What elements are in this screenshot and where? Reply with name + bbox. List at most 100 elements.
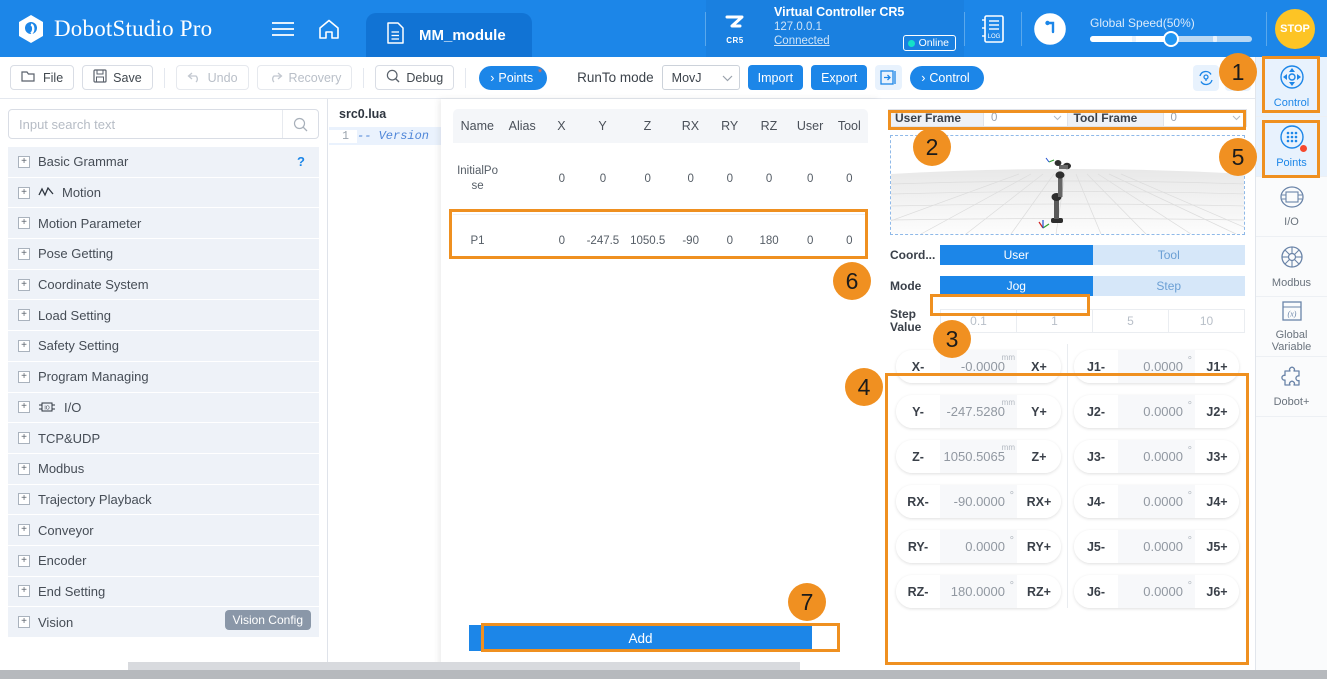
jog-minus-button[interactable]: J2-: [1074, 395, 1118, 428]
tree-item-basic-grammar[interactable]: +Basic Grammar?: [8, 147, 319, 177]
coord-option-user[interactable]: User: [940, 245, 1093, 265]
jog-minus-button[interactable]: J6-: [1074, 575, 1118, 608]
hamburger-menu-icon[interactable]: [260, 0, 306, 57]
expand-icon[interactable]: +: [18, 340, 30, 352]
jog-minus-button[interactable]: Y-: [896, 395, 940, 428]
expand-icon[interactable]: +: [18, 371, 30, 383]
points-pill-button[interactable]: › Points *: [479, 66, 547, 90]
expand-icon[interactable]: +: [18, 585, 30, 597]
global-speed-slider[interactable]: [1090, 36, 1252, 42]
expand-icon[interactable]: +: [18, 555, 30, 567]
tree-item-motion[interactable]: +Motion: [8, 178, 319, 208]
mode-option-step[interactable]: Step: [1093, 276, 1246, 296]
tree-item-modbus[interactable]: +Modbus: [8, 454, 319, 484]
jog-minus-button[interactable]: J5-: [1074, 530, 1118, 563]
jog-circle-icon[interactable]: [1022, 0, 1078, 57]
tree-item-tcp-udp[interactable]: +TCP&UDP: [8, 423, 319, 453]
search-box[interactable]: [8, 109, 319, 139]
jog-minus-button[interactable]: Z-: [896, 440, 940, 473]
mode-option-jog[interactable]: Jog: [940, 276, 1093, 296]
vtool-global-variable[interactable]: (x)Global Variable: [1256, 297, 1327, 357]
search-input[interactable]: [9, 117, 282, 132]
jog-plus-button[interactable]: RZ+: [1017, 575, 1061, 608]
code-line[interactable]: 1 -- Version: [329, 127, 441, 145]
expand-icon[interactable]: +: [18, 401, 30, 413]
editor-file-tab[interactable]: src0.lua: [329, 99, 441, 127]
jog-minus-button[interactable]: J1-: [1074, 350, 1118, 383]
tree-item-load-setting[interactable]: +Load Setting: [8, 300, 319, 330]
slider-knob[interactable]: [1163, 31, 1179, 47]
expand-icon[interactable]: +: [18, 432, 30, 444]
jog-plus-button[interactable]: J4+: [1195, 485, 1239, 518]
step-value-option[interactable]: 1: [1017, 310, 1093, 332]
home-icon[interactable]: [306, 0, 352, 57]
refresh-pose-icon[interactable]: [1193, 65, 1219, 91]
tree-item-coordinate-system[interactable]: +Coordinate System: [8, 270, 319, 300]
save-button[interactable]: Save: [82, 65, 153, 90]
jog-plus-button[interactable]: J6+: [1195, 575, 1239, 608]
jog-minus-button[interactable]: J3-: [1074, 440, 1118, 473]
jog-plus-button[interactable]: J1+: [1195, 350, 1239, 383]
help-icon[interactable]: ?: [297, 154, 305, 169]
expand-icon[interactable]: +: [18, 156, 30, 168]
jog-plus-button[interactable]: Z+: [1017, 440, 1061, 473]
runto-mode-select[interactable]: MovJ: [662, 65, 740, 90]
tree-item-motion-parameter[interactable]: +Motion Parameter: [8, 208, 319, 238]
jog-plus-button[interactable]: J5+: [1195, 530, 1239, 563]
jog-plus-button[interactable]: J3+: [1195, 440, 1239, 473]
vtool-dobot-[interactable]: Dobot+: [1256, 357, 1327, 417]
step-value-options[interactable]: 0.11510: [940, 309, 1245, 333]
jog-minus-button[interactable]: X-: [896, 350, 940, 383]
expand-icon[interactable]: +: [18, 463, 30, 475]
expand-icon[interactable]: +: [18, 187, 30, 199]
step-value-option[interactable]: 5: [1093, 310, 1169, 332]
jog-plus-button[interactable]: X+: [1017, 350, 1061, 383]
coord-segmented-control[interactable]: User Tool: [940, 245, 1245, 265]
tree-item-encoder[interactable]: +Encoder: [8, 546, 319, 576]
jog-plus-button[interactable]: RY+: [1017, 530, 1061, 563]
tool-frame-select[interactable]: 0: [1164, 109, 1248, 127]
expand-icon[interactable]: +: [18, 309, 30, 321]
vision-config-tooltip[interactable]: Vision Config: [225, 610, 312, 630]
jog-plus-button[interactable]: Y+: [1017, 395, 1061, 428]
add-point-button[interactable]: Add: [469, 625, 812, 651]
module-tab[interactable]: MM_module: [366, 13, 532, 57]
undo-button[interactable]: Undo: [176, 65, 249, 90]
import-button[interactable]: Import: [748, 65, 803, 90]
expand-icon[interactable]: +: [18, 217, 30, 229]
points-table-row[interactable]: InitialPose00000000: [453, 143, 868, 215]
tree-item-end-setting[interactable]: +End Setting: [8, 577, 319, 607]
mode-segmented-control[interactable]: Jog Step: [940, 276, 1245, 296]
file-button[interactable]: File: [10, 65, 74, 90]
vtool-i-o[interactable]: I/O: [1256, 177, 1327, 237]
recovery-button[interactable]: Recovery: [257, 65, 353, 90]
points-table-row[interactable]: P10-247.51050.5-90018000: [453, 215, 868, 267]
jog-plus-button[interactable]: RX+: [1017, 485, 1061, 518]
jog-minus-button[interactable]: RX-: [896, 485, 940, 518]
step-value-option[interactable]: 10: [1169, 310, 1244, 332]
vtool-control[interactable]: Control: [1256, 57, 1327, 117]
jog-minus-button[interactable]: RY-: [896, 530, 940, 563]
tree-item-program-managing[interactable]: +Program Managing: [8, 362, 319, 392]
search-icon[interactable]: [282, 110, 318, 138]
export-to-panel-icon[interactable]: [875, 65, 902, 90]
tree-item-pose-getting[interactable]: +Pose Getting: [8, 239, 319, 269]
jog-plus-button[interactable]: J2+: [1195, 395, 1239, 428]
expand-icon[interactable]: +: [18, 279, 30, 291]
tree-item-trajectory-playback[interactable]: +Trajectory Playback: [8, 485, 319, 515]
expand-icon[interactable]: +: [18, 493, 30, 505]
tree-item-safety-setting[interactable]: +Safety Setting: [8, 331, 319, 361]
expand-icon[interactable]: +: [18, 616, 30, 628]
global-speed-control[interactable]: Global Speed(50%): [1078, 16, 1266, 42]
jog-minus-button[interactable]: J4-: [1074, 485, 1118, 518]
expand-icon[interactable]: +: [18, 524, 30, 536]
vtool-points[interactable]: Points: [1256, 117, 1327, 177]
vtool-modbus[interactable]: Modbus: [1256, 237, 1327, 297]
jog-minus-button[interactable]: RZ-: [896, 575, 940, 608]
control-pill-button[interactable]: › Control: [910, 66, 983, 90]
debug-button[interactable]: Debug: [375, 65, 454, 90]
stop-button[interactable]: STOP: [1275, 9, 1315, 49]
coord-option-tool[interactable]: Tool: [1093, 245, 1246, 265]
user-frame-select[interactable]: 0: [984, 109, 1068, 127]
tree-item-i-o[interactable]: +IOI/O: [8, 393, 319, 423]
